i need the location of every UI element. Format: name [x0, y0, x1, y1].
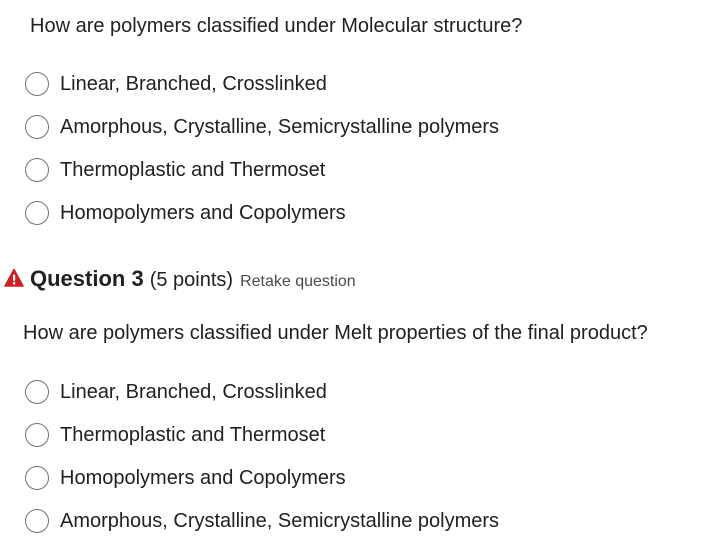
question-3-prompt: How are polymers classified under Melt p…: [23, 322, 648, 344]
retake-question-label: Retake question: [240, 273, 356, 290]
radio-button[interactable]: [25, 509, 49, 533]
answer-label: Homopolymers and Copolymers: [60, 202, 346, 224]
answer-label: Thermoplastic and Thermoset: [60, 424, 326, 446]
question-3-options: Linear, Branched, Crosslinked Thermoplas…: [25, 378, 499, 550]
question-2-options: Linear, Branched, Crosslinked Amorphous,…: [25, 70, 499, 242]
answer-option[interactable]: Linear, Branched, Crosslinked: [25, 70, 499, 98]
radio-button[interactable]: [25, 423, 49, 447]
question-title: Question 3: [30, 266, 144, 291]
answer-label: Thermoplastic and Thermoset: [60, 159, 326, 181]
answer-option[interactable]: Amorphous, Crystalline, Semicrystalline …: [25, 507, 499, 535]
answer-label: Linear, Branched, Crosslinked: [60, 73, 327, 95]
answer-option[interactable]: Homopolymers and Copolymers: [25, 464, 499, 492]
answer-label: Linear, Branched, Crosslinked: [60, 381, 327, 403]
answer-label: Homopolymers and Copolymers: [60, 467, 346, 489]
radio-button[interactable]: [25, 201, 49, 225]
radio-button[interactable]: [25, 158, 49, 182]
answer-option[interactable]: Homopolymers and Copolymers: [25, 199, 499, 227]
answer-option[interactable]: Amorphous, Crystalline, Semicrystalline …: [25, 113, 499, 141]
answer-option[interactable]: Thermoplastic and Thermoset: [25, 156, 499, 184]
radio-button[interactable]: [25, 380, 49, 404]
question-3-header: Question 3 (5 points) Retake question: [4, 266, 356, 292]
radio-button[interactable]: [25, 466, 49, 490]
radio-button[interactable]: [25, 72, 49, 96]
question-points: (5 points): [149, 269, 234, 291]
radio-button[interactable]: [25, 115, 49, 139]
warning-icon: [4, 268, 24, 288]
answer-label: Amorphous, Crystalline, Semicrystalline …: [60, 510, 500, 532]
answer-option[interactable]: Thermoplastic and Thermoset: [25, 421, 499, 449]
question-2-prompt: How are polymers classified under Molecu…: [30, 15, 523, 37]
answer-label: Amorphous, Crystalline, Semicrystalline …: [60, 116, 500, 138]
answer-option[interactable]: Linear, Branched, Crosslinked: [25, 378, 499, 406]
